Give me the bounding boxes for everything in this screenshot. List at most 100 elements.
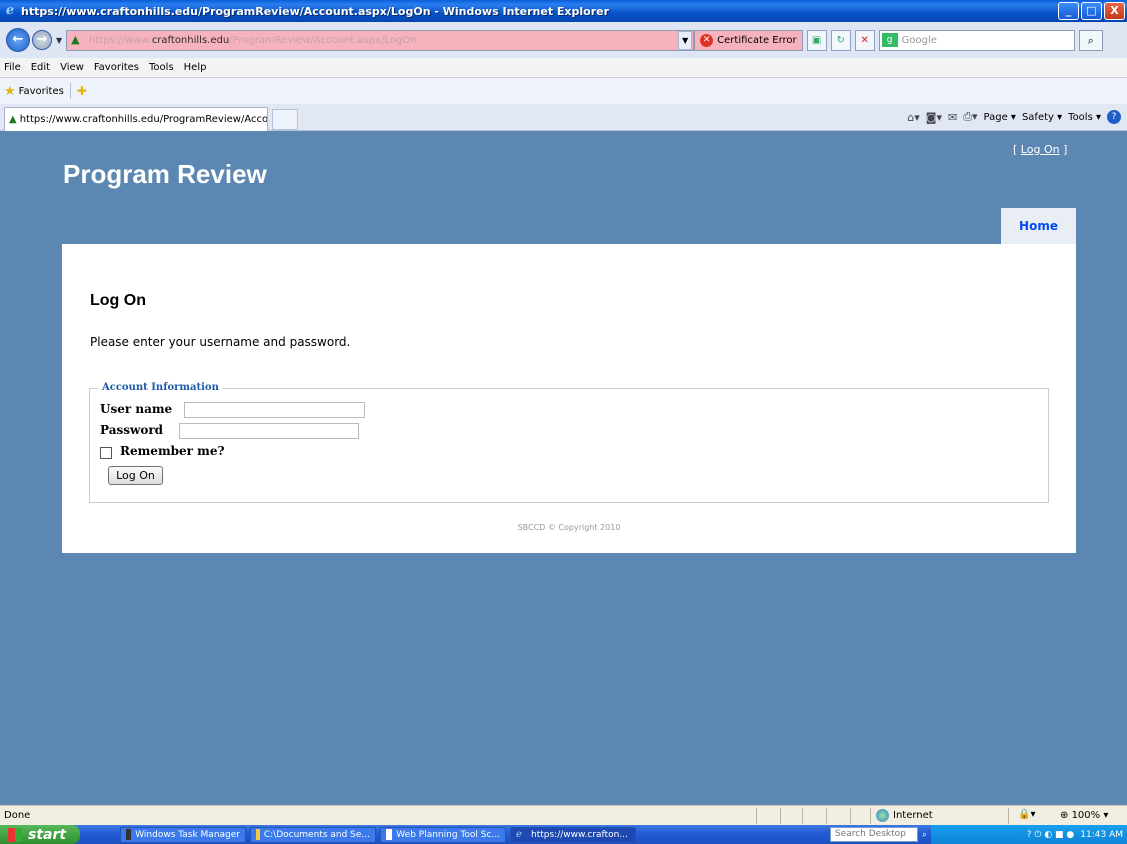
menu-edit[interactable]: Edit	[31, 62, 50, 73]
certificate-error-button[interactable]: ✕ Certificate Error	[694, 29, 803, 51]
menu-bar: File Edit View Favorites Tools Help	[0, 58, 1127, 78]
password-label: Password	[100, 423, 164, 437]
search-placeholder: Google	[901, 34, 937, 46]
menu-view[interactable]: View	[60, 62, 84, 73]
stop-button[interactable]: ✕	[854, 29, 875, 51]
favorites-star-icon: ★	[4, 83, 16, 99]
remember-me-label: Remember me?	[120, 444, 225, 458]
username-input[interactable]	[184, 402, 365, 418]
minimize-button[interactable]: _	[1058, 2, 1079, 20]
error-icon: ✕	[700, 33, 714, 47]
search-button[interactable]: ⌕	[1078, 29, 1103, 51]
address-dropdown-button[interactable]: ▼	[678, 30, 693, 50]
favorites-button[interactable]: Favorites	[19, 86, 64, 97]
menu-favorites[interactable]: Favorites	[94, 62, 139, 73]
menu-help[interactable]: Help	[184, 62, 207, 73]
print-icon[interactable]: ⎙▾	[963, 110, 977, 124]
maximize-button[interactable]: □	[1081, 2, 1102, 20]
tools-menu[interactable]: Tools ▾	[1068, 112, 1101, 123]
system-tray: Search Desktop ⌕ ? ⏻ ◐ ■ ● 11:43 AM	[829, 825, 1127, 844]
tray-icons[interactable]: ? ⏻ ◐ ■ ●	[1027, 830, 1075, 840]
login-display: [ Log On ]	[1013, 143, 1068, 156]
status-divider	[1008, 808, 1009, 824]
security-zone[interactable]: Internet	[876, 809, 933, 822]
remember-me-checkbox[interactable]	[100, 447, 112, 459]
tab-title: https://www.craftonhills.edu/ProgramRevi…	[19, 114, 268, 125]
status-divider	[756, 808, 757, 824]
url-prefix: https://www.	[89, 34, 152, 46]
home-icon[interactable]: ⌂▾	[907, 111, 920, 124]
close-button[interactable]: X	[1104, 2, 1125, 20]
intro-text: Please enter your username and password.	[90, 335, 351, 349]
notification-area: ? ⏻ ◐ ■ ● 11:43 AM	[931, 825, 1127, 844]
log-on-link[interactable]: Log On	[1021, 143, 1060, 156]
taskbar-item-explorer[interactable]: C:\Documents and Se...	[250, 826, 376, 843]
start-label: start	[28, 826, 67, 843]
status-divider	[802, 808, 803, 824]
main-content: Log On Please enter your username and pa…	[62, 244, 1076, 553]
feeds-icon[interactable]: ◙▾	[926, 111, 942, 124]
window-title: https://www.craftonhills.edu/ProgramRevi…	[21, 4, 610, 18]
nav-home-tab[interactable]: Home	[1001, 208, 1076, 244]
tab-row: ▲ https://www.craftonhills.edu/ProgramRe…	[0, 104, 1127, 131]
clock[interactable]: 11:43 AM	[1080, 830, 1123, 840]
zone-label: Internet	[893, 810, 933, 821]
fieldset-legend: Account Information	[98, 382, 223, 393]
log-on-button[interactable]: Log On	[108, 466, 163, 485]
menu-tools[interactable]: Tools	[149, 62, 174, 73]
menu-file[interactable]: File	[4, 62, 21, 73]
windows-logo-icon	[8, 827, 22, 842]
search-desktop-input[interactable]: Search Desktop	[829, 827, 918, 842]
command-bar: ⌂▾ ◙▾ ✉ ⎙▾ Page ▾ Safety ▾ Tools ▾ ?	[907, 110, 1121, 124]
web-page: Program Review [ Log On ] Home Log On Pl…	[0, 131, 1127, 805]
warning-lock-icon: ▲	[71, 33, 80, 46]
ie-logo-icon: ℯ	[516, 829, 522, 840]
username-label: User name	[100, 402, 173, 416]
taskbar-item-task-manager[interactable]: Windows Task Manager	[120, 826, 246, 843]
refresh-button[interactable]: ↻	[830, 29, 851, 51]
password-input[interactable]	[179, 423, 359, 439]
url-path: /ProgramReview/Account.aspx/LogOn	[229, 34, 417, 46]
internet-globe-icon	[876, 809, 889, 822]
monitor-icon	[126, 829, 132, 840]
word-document-icon	[386, 829, 393, 840]
page-menu[interactable]: Page ▾	[984, 112, 1016, 123]
address-input[interactable]: ▲ https://www. craftonhills.edu/ProgramRe…	[66, 29, 695, 51]
safety-menu[interactable]: Safety ▾	[1022, 112, 1062, 123]
back-button[interactable]: ←	[6, 28, 30, 52]
account-information-fieldset: Account Information User name Password R…	[89, 382, 1049, 503]
start-button[interactable]: start	[0, 825, 80, 844]
status-bar: Done Internet 🔒▾ ⊕ 100% ▾	[0, 805, 1127, 825]
folder-icon	[256, 829, 260, 840]
taskbar-item-word-doc[interactable]: Web Planning Tool Sc...	[380, 826, 506, 843]
status-text: Done	[4, 810, 31, 821]
new-tab-button[interactable]	[272, 109, 298, 130]
mail-icon[interactable]: ✉	[948, 111, 957, 124]
site-icon: ▲	[9, 114, 17, 125]
windows-taskbar: start Windows Task Manager C:\Documents …	[0, 825, 1127, 844]
favorites-bar: ★ Favorites ✚	[0, 78, 1127, 104]
window-title-bar[interactable]: ℯ https://www.craftonhills.edu/ProgramRe…	[0, 0, 1127, 22]
window-controls: _ □ X	[1058, 2, 1125, 20]
google-icon: g	[881, 33, 898, 47]
status-divider	[826, 808, 827, 824]
forward-button[interactable]: →	[32, 30, 52, 50]
address-toolbar: ← → ▼ ▲ https://www. craftonhills.edu/Pro…	[0, 22, 1127, 58]
search-desktop-icon[interactable]: ⌕	[922, 830, 927, 840]
search-input[interactable]: g Google	[878, 29, 1075, 51]
zoom-control[interactable]: ⊕ 100% ▾	[1060, 810, 1108, 821]
help-icon[interactable]: ?	[1107, 110, 1121, 124]
tab-active[interactable]: ▲ https://www.craftonhills.edu/ProgramRe…	[4, 107, 268, 131]
page-heading: Log On	[90, 292, 146, 309]
favorites-divider	[69, 83, 71, 99]
recent-pages-dropdown[interactable]: ▼	[56, 36, 62, 45]
footer-copyright: SBCCD © Copyright 2010	[517, 523, 621, 532]
compatibility-view-button[interactable]: ▣	[806, 29, 827, 51]
url-domain: craftonhills.edu	[151, 34, 230, 46]
add-to-favorites-icon[interactable]: ✚	[77, 84, 87, 98]
status-divider	[850, 808, 851, 824]
ie-logo-icon: ℯ	[5, 3, 15, 18]
taskbar-item-internet-explorer[interactable]: ℯ https://www.crafton...	[510, 826, 636, 843]
status-divider	[870, 808, 871, 824]
protected-mode-icon[interactable]: 🔒▾	[1018, 809, 1035, 820]
